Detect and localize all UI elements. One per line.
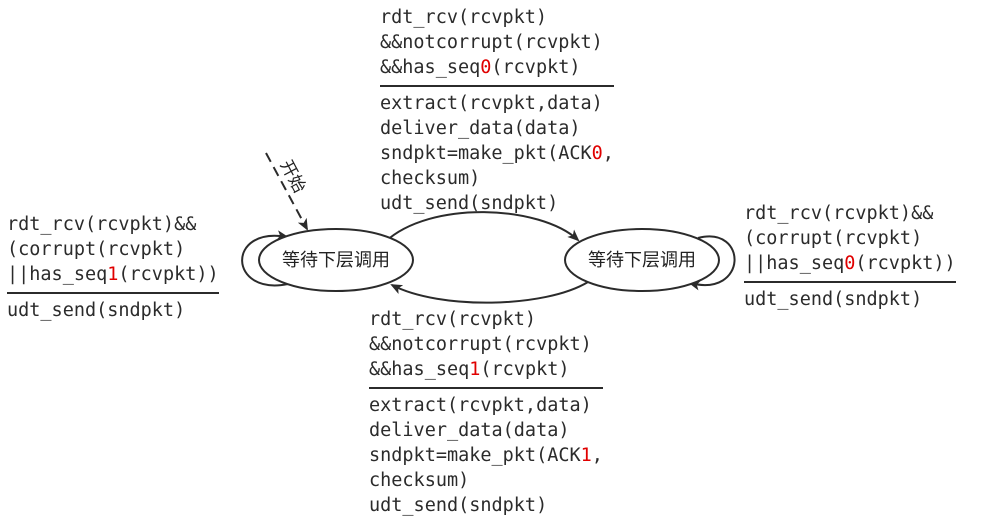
condition-line: (corrupt(rcvpkt)	[7, 237, 219, 262]
condition-text: &&notcorrupt(rcvpkt)	[380, 32, 603, 53]
seq-number: 0	[480, 57, 492, 78]
condition-line: &&notcorrupt(rcvpkt)	[369, 332, 603, 357]
action-text: ,	[591, 445, 603, 466]
action-line: sndpkt=make_pkt(ACK0,	[380, 141, 614, 166]
condition-line: ||has_seq1(rcvpkt))	[7, 262, 219, 287]
transition-label-left: rdt_rcv(rcvpkt)&& (corrupt(rcvpkt) ||has_s…	[7, 212, 219, 323]
action-text: sndpkt=make_pkt(ACK	[369, 445, 581, 466]
action-line: checksum)	[369, 468, 603, 493]
action-text: checksum)	[369, 470, 470, 491]
action-text: deliver_data(data)	[369, 420, 570, 441]
action-text: checksum)	[380, 168, 481, 189]
seq-number: 1	[580, 445, 592, 466]
condition-text: &&has_seq	[380, 57, 481, 78]
condition-text: ||has_seq	[7, 264, 108, 285]
transition-label-right: rdt_rcv(rcvpkt)&& (corrupt(rcvpkt) ||has_s…	[744, 201, 956, 312]
seq-number: 0	[591, 143, 603, 164]
condition-line: rdt_rcv(rcvpkt)&&	[7, 212, 219, 237]
condition-line: rdt_rcv(rcvpkt)&&	[744, 201, 956, 226]
transition-divider	[7, 292, 219, 294]
action-line: deliver_data(data)	[369, 418, 603, 443]
action-line: sndpkt=make_pkt(ACK1,	[369, 443, 603, 468]
action-line: udt_send(sndpkt)	[7, 298, 219, 323]
action-text: deliver_data(data)	[380, 118, 581, 139]
seq-number: 0	[844, 253, 856, 274]
action-text: udt_send(sndpkt)	[369, 495, 548, 516]
action-text: extract(rcvpkt,data)	[380, 93, 603, 114]
condition-text: (rcvpkt)	[480, 359, 570, 380]
transition-arrow-bottom	[390, 281, 589, 304]
transition-divider	[744, 281, 956, 283]
action-text: sndpkt=make_pkt(ACK	[380, 143, 592, 164]
fsm-diagram: 开始 等待下层调用 等待下层调用 rdt_rcv(rcvpkt) &&notcor…	[0, 0, 982, 518]
condition-line: rdt_rcv(rcvpkt)	[369, 307, 603, 332]
condition-line: &&notcorrupt(rcvpkt)	[380, 30, 614, 55]
condition-text: (rcvpkt)	[491, 57, 581, 78]
condition-line: &&has_seq1(rcvpkt)	[369, 357, 603, 382]
condition-text: (corrupt(rcvpkt)	[7, 239, 186, 260]
condition-text: rdt_rcv(rcvpkt)&&	[7, 214, 197, 235]
seq-number: 1	[469, 359, 481, 380]
action-line: udt_send(sndpkt)	[369, 493, 603, 518]
action-line: deliver_data(data)	[380, 116, 614, 141]
condition-text: (corrupt(rcvpkt)	[744, 228, 923, 249]
condition-text: rdt_rcv(rcvpkt)	[369, 309, 537, 330]
condition-line: &&has_seq0(rcvpkt)	[380, 55, 614, 80]
transition-label-top: rdt_rcv(rcvpkt) &&notcorrupt(rcvpkt) &&has…	[380, 5, 614, 216]
action-text: udt_send(sndpkt)	[7, 300, 186, 321]
condition-text: ||has_seq	[744, 253, 845, 274]
transition-arrow-top	[384, 211, 580, 243]
condition-text: (rcvpkt))	[118, 264, 219, 285]
state-wait-seq1-label: 等待下层调用	[588, 250, 696, 271]
condition-text: &&notcorrupt(rcvpkt)	[369, 334, 592, 355]
action-text: udt_send(sndpkt)	[380, 193, 559, 214]
action-line: extract(rcvpkt,data)	[380, 91, 614, 116]
seq-number: 1	[107, 264, 119, 285]
action-text: udt_send(sndpkt)	[744, 289, 923, 310]
action-line: extract(rcvpkt,data)	[369, 393, 603, 418]
start-label: 开始	[276, 157, 310, 196]
condition-line: ||has_seq0(rcvpkt))	[744, 251, 956, 276]
condition-text: rdt_rcv(rcvpkt)	[380, 7, 548, 28]
transition-divider	[369, 387, 603, 389]
action-text: extract(rcvpkt,data)	[369, 395, 592, 416]
condition-text: (rcvpkt))	[855, 253, 956, 274]
condition-text: &&has_seq	[369, 359, 470, 380]
action-line: udt_send(sndpkt)	[380, 191, 614, 216]
condition-text: rdt_rcv(rcvpkt)&&	[744, 203, 934, 224]
condition-line: (corrupt(rcvpkt)	[744, 226, 956, 251]
action-line: checksum)	[380, 166, 614, 191]
transition-divider	[380, 85, 614, 87]
transition-label-bottom: rdt_rcv(rcvpkt) &&notcorrupt(rcvpkt) &&has…	[369, 307, 603, 518]
state-wait-seq0-label: 等待下层调用	[282, 250, 390, 271]
action-line: udt_send(sndpkt)	[744, 287, 956, 312]
action-text: ,	[602, 143, 614, 164]
condition-line: rdt_rcv(rcvpkt)	[380, 5, 614, 30]
